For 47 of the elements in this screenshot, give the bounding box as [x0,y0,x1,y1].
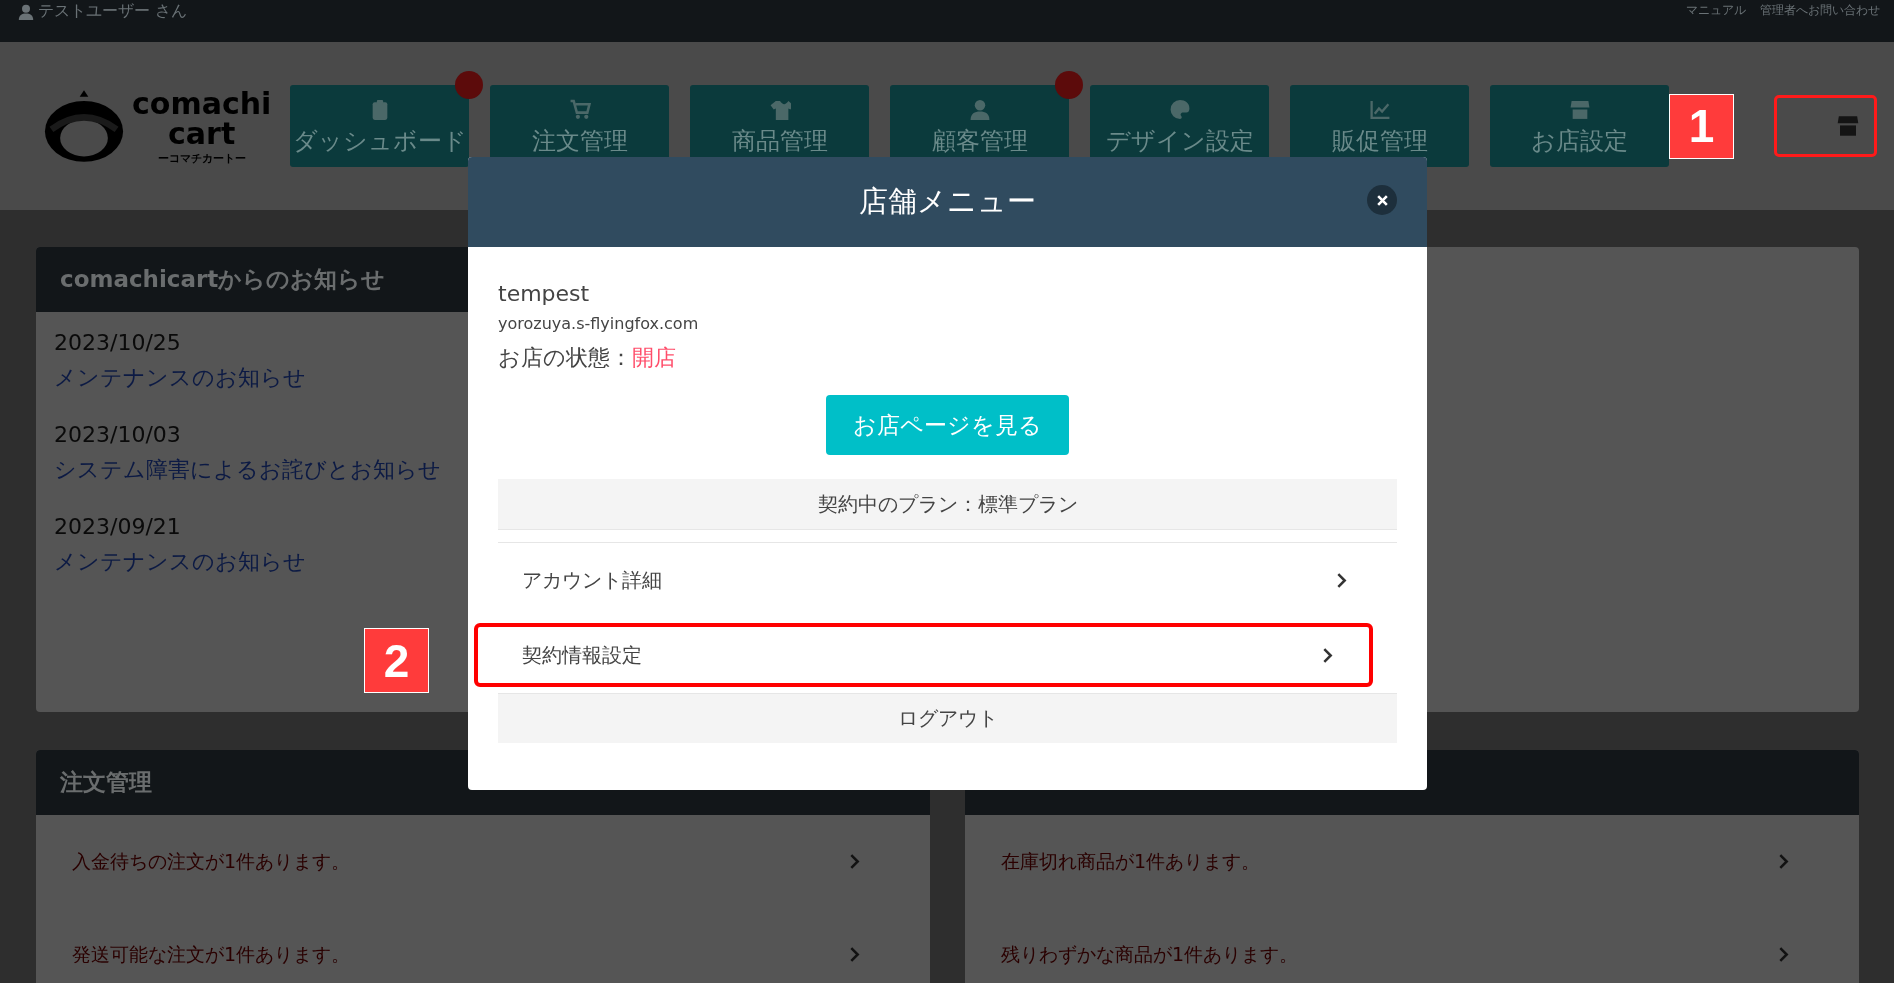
notice-date: 2023/10/03 [54,421,181,449]
status-label: お店の状態： [498,345,632,370]
header-link[interactable]: マニュアル [1686,2,1746,19]
chevron-right-icon [849,853,860,870]
nav-button[interactable]: 販促管理 [1290,85,1469,167]
user-icon [18,3,34,20]
logo-tagline: ーコマチカートー [157,152,246,164]
alert-link[interactable]: 入金待ちの注文が1件あります。 [72,848,351,875]
header-link[interactable]: 管理者へお問い合わせ [1760,2,1880,19]
chevron-right-icon [1778,853,1789,870]
chevron-right-icon [1778,946,1789,963]
menu-item[interactable]: 契約情報設定 [474,623,1373,687]
notice-date: 2023/10/25 [54,329,181,357]
store-icon [1836,114,1860,138]
palette-icon [1168,99,1191,121]
alert-link[interactable]: 残りわずかな商品が1件あります。 [1001,941,1299,968]
notice-date: 2023/09/21 [54,513,181,541]
chart-icon [1368,99,1391,121]
user-name: テストユーザー さん [38,1,188,22]
chevron-right-icon [1336,571,1347,589]
shop-name: tempest [498,281,591,306]
close-icon [1375,193,1389,207]
logo-text: comachi [132,88,272,119]
plan-info: 契約中のプラン：標準プラン [498,479,1397,530]
store-icon [1568,99,1591,121]
step-number: 1 [1669,93,1734,159]
chevron-right-icon [1322,646,1333,664]
logo-text: cart [168,118,236,149]
nav-button[interactable]: お店設定 [1490,85,1669,167]
close-button[interactable] [1367,185,1397,215]
logout-button[interactable]: ログアウト [498,693,1397,743]
store-button[interactable] [1774,95,1877,157]
dialog-title: 店舗メニュー [859,183,1036,220]
notice-link[interactable]: メンテナンスのお知らせ [54,360,306,396]
alert-link[interactable]: 在庫切れ商品が1件あります。 [1001,848,1261,875]
cart-icon [568,99,591,121]
person-icon [968,99,991,121]
chevron-right-icon [849,946,860,963]
nav-button[interactable]: ダッシュボード [290,85,469,167]
notice-link[interactable]: システム障害によるお詫びとお知らせ [54,452,441,488]
shirt-icon [768,99,791,121]
shop-domain: yorozuya.s-flyingfox.com [498,314,700,333]
alert-link[interactable]: 発送可能な注文が1件あります。 [72,941,351,968]
status-value: 開店 [632,345,676,370]
step-number: 2 [364,628,429,693]
view-shop-button[interactable]: お店ページを見る [826,395,1069,455]
notice-link[interactable]: メンテナンスのお知らせ [54,544,306,580]
